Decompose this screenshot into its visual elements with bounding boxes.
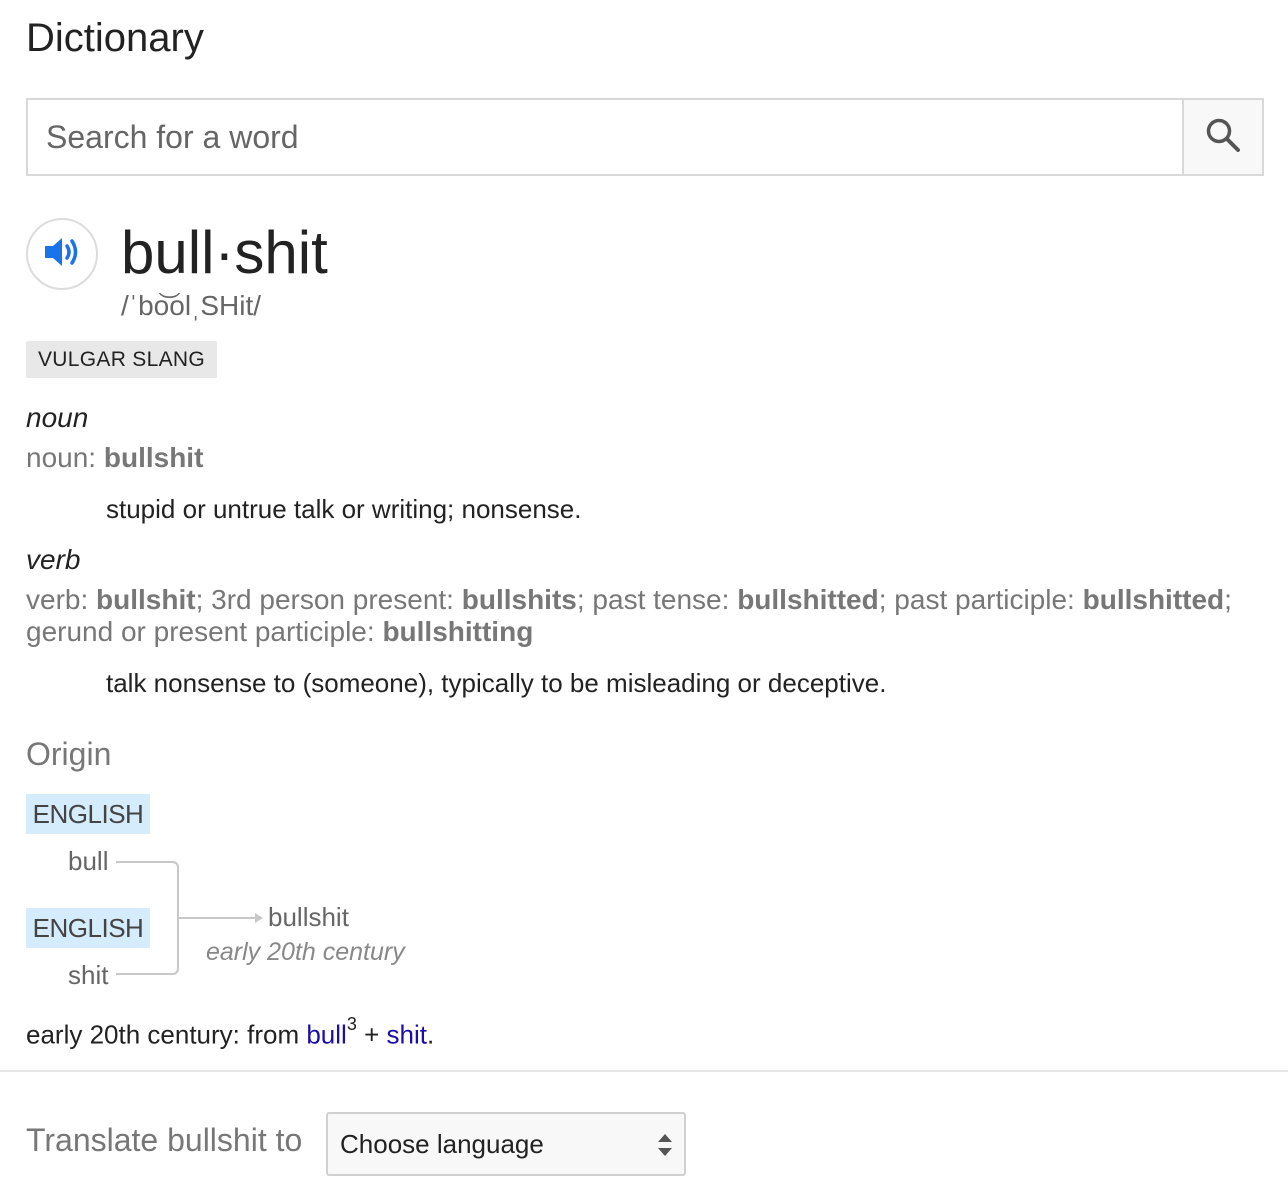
verb-forms: verb: bullshit; 3rd person present: bull…: [26, 584, 1266, 648]
forms-word: bullshit: [103, 442, 204, 473]
noun-definition: stupid or untrue talk or writing; nonsen…: [106, 494, 582, 524]
speaker-icon: [43, 235, 81, 274]
etymology-connector: [116, 861, 263, 975]
forms-word: bullshitting: [382, 616, 534, 647]
pronunciation-button[interactable]: [26, 218, 98, 290]
origin-text-suffix: .: [426, 1019, 435, 1050]
divider: [0, 1070, 1288, 1072]
origin-text-prefix: early 20th century: from: [26, 1019, 307, 1050]
origin-link-superscript: 3: [346, 1014, 357, 1034]
origin-period: early 20th century: [206, 938, 405, 966]
forms-label: ; 3rd person present:: [195, 584, 462, 615]
origin-text-joiner: +: [356, 1019, 387, 1050]
register-badge: VULGAR SLANG: [26, 341, 217, 378]
search-input[interactable]: [28, 100, 1185, 174]
origin-source-word: bull: [68, 846, 109, 876]
search-button[interactable]: [1182, 100, 1262, 174]
forms-label: ; past tense:: [576, 584, 738, 615]
origin-link-bull[interactable]: bull: [306, 1020, 346, 1050]
forms-word: bullshitted: [737, 584, 879, 615]
pos-noun: noun: [26, 402, 89, 433]
translate-label: Translate bullshit to: [26, 1122, 303, 1158]
language-select-value: Choose language: [340, 1128, 544, 1159]
forms-word: bullshit: [96, 584, 196, 615]
noun-forms: noun: bullshit: [26, 442, 1266, 474]
search-icon: [1203, 115, 1243, 160]
forms-word: bullshitted: [1082, 584, 1225, 615]
origin-description: early 20th century: from bull3 + shit.: [26, 1014, 435, 1051]
origin-heading: Origin: [26, 736, 112, 772]
origin-result-word: bullshit: [268, 902, 349, 932]
search-box: [26, 98, 1264, 176]
origin-language-tag: ENGLISH: [26, 794, 150, 834]
page-title: Dictionary: [26, 16, 204, 60]
verb-definition: talk nonsense to (someone), typically to…: [106, 668, 887, 698]
origin-link-shit[interactable]: shit: [386, 1020, 426, 1050]
pos-verb: verb: [26, 544, 81, 575]
forms-label: ; past participle:: [878, 584, 1083, 615]
forms-label: verb:: [26, 584, 97, 615]
forms-word: bullshits: [461, 584, 577, 615]
select-arrows-icon: [656, 1132, 674, 1165]
origin-source-word: shit: [68, 960, 109, 990]
phonetic: /ˈbo͝olˌSHit/: [121, 290, 262, 321]
language-select[interactable]: Choose language: [326, 1112, 686, 1176]
headword: bull·shit: [121, 219, 328, 286]
forms-label: noun:: [26, 442, 104, 473]
